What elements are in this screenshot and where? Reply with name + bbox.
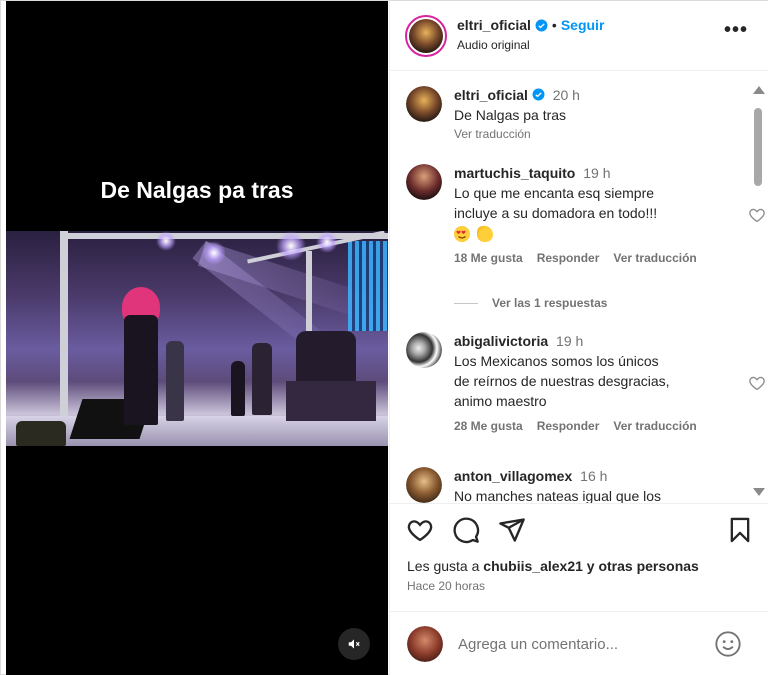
comment-time[interactable]: 19 h [556, 333, 583, 349]
comment-text-line: de reírnos de nuestras desgracias, [454, 373, 670, 389]
author-avatar[interactable] [405, 15, 447, 57]
comments-scrollbar[interactable] [752, 86, 765, 496]
comment-username[interactable]: eltri_oficial [454, 87, 528, 103]
comment-time[interactable]: 20 h [553, 87, 580, 103]
verified-badge-icon [532, 88, 545, 101]
comment-username[interactable]: abigalivictoria [454, 333, 548, 349]
emoji-picker-icon[interactable] [714, 630, 742, 658]
video-player[interactable]: De Nalgas pa tras [6, 1, 388, 675]
video-caption: De Nalgas pa tras [100, 177, 294, 203]
likes-prefix: Les gusta a [407, 558, 484, 574]
heart-eyes-emoji-icon [454, 226, 470, 243]
post-dialog: De Nalgas pa tras eltri_oficial • Seguir… [0, 0, 768, 675]
comment-time[interactable]: 16 h [580, 468, 607, 484]
post-actions: Les gusta a chubiis_alex21 y otras perso… [390, 503, 768, 611]
view-replies-button[interactable]: Ver las 1 respuestas [454, 296, 607, 310]
liker-username[interactable]: chubiis_alex21 [483, 558, 583, 574]
commenter-avatar[interactable] [406, 164, 442, 200]
commenter-avatar[interactable] [406, 332, 442, 368]
post-side-panel: eltri_oficial • Seguir Audio original ••… [389, 1, 768, 675]
view-replies-label: Ver las 1 respuestas [492, 296, 608, 310]
comments-list[interactable]: eltri_oficial 20 h De Nalgas pa tras Ver… [390, 72, 768, 504]
reply-button[interactable]: Responder [537, 251, 600, 265]
share-send-icon[interactable] [498, 516, 526, 544]
comment-username[interactable]: anton_villagomex [454, 468, 572, 484]
see-translation-link[interactable]: Ver traducción [613, 251, 696, 265]
replies-divider [454, 302, 478, 304]
concert-stage-image [6, 231, 388, 446]
comment-likes-count[interactable]: 28 Me gusta [454, 419, 523, 433]
comment-input[interactable]: Agrega un comentario... [458, 636, 618, 653]
scroll-up-arrow-icon[interactable] [753, 86, 765, 94]
current-user-avatar [407, 626, 443, 662]
comment-time[interactable]: 19 h [583, 165, 610, 181]
mute-button[interactable] [338, 628, 370, 660]
add-comment-bar: Agrega un comentario... [390, 611, 768, 675]
like-heart-icon[interactable] [406, 516, 434, 544]
commenter-avatar[interactable] [406, 467, 442, 503]
commenter-avatar[interactable] [406, 86, 442, 122]
see-translation-link[interactable]: Ver traducción [454, 127, 744, 141]
scroll-down-arrow-icon[interactable] [753, 488, 765, 496]
more-options-icon[interactable]: ••• [724, 20, 748, 40]
post-header: eltri_oficial • Seguir Audio original ••… [390, 1, 768, 71]
follow-button[interactable]: Seguir [561, 17, 605, 33]
see-translation-link[interactable]: Ver traducción [613, 419, 696, 433]
comment-text-line: animo maestro [454, 393, 547, 409]
comment-text: De Nalgas pa tras [454, 107, 567, 123]
likes-others-link[interactable]: y otras personas [583, 558, 699, 574]
audio-label[interactable]: Audio original [457, 38, 530, 52]
separator-dot: • [551, 17, 557, 33]
post-timestamp[interactable]: Hace 20 horas [407, 579, 485, 593]
comment-bubble-icon[interactable] [452, 516, 480, 544]
comment-username[interactable]: martuchis_taquito [454, 165, 575, 181]
scrollbar-thumb[interactable] [754, 108, 762, 186]
likes-summary: Les gusta a chubiis_alex21 y otras perso… [407, 558, 699, 574]
comment-text: Los Mexicanos somos los únicos de reírno… [454, 351, 744, 411]
reply-button[interactable]: Responder [537, 419, 600, 433]
comment-text: No manches nateas igual que los [454, 488, 662, 504]
comment-text-line: Lo que me encanta esq siempre [454, 185, 655, 201]
comment-text: Lo que me encanta esq siempre incluye a … [454, 183, 744, 243]
speaker-muted-icon [348, 639, 360, 649]
author-username[interactable]: eltri_oficial [457, 17, 531, 33]
comment-likes-count[interactable]: 18 Me gusta [454, 251, 523, 265]
verified-badge-icon [535, 19, 548, 31]
comment-text-line: Los Mexicanos somos los únicos [454, 353, 659, 369]
save-bookmark-icon[interactable] [726, 516, 754, 544]
comment-text-line: incluye a su domadora en todo!!! [454, 205, 658, 221]
clapping-hands-emoji-icon [476, 226, 493, 243]
comment-emojis [454, 223, 744, 243]
